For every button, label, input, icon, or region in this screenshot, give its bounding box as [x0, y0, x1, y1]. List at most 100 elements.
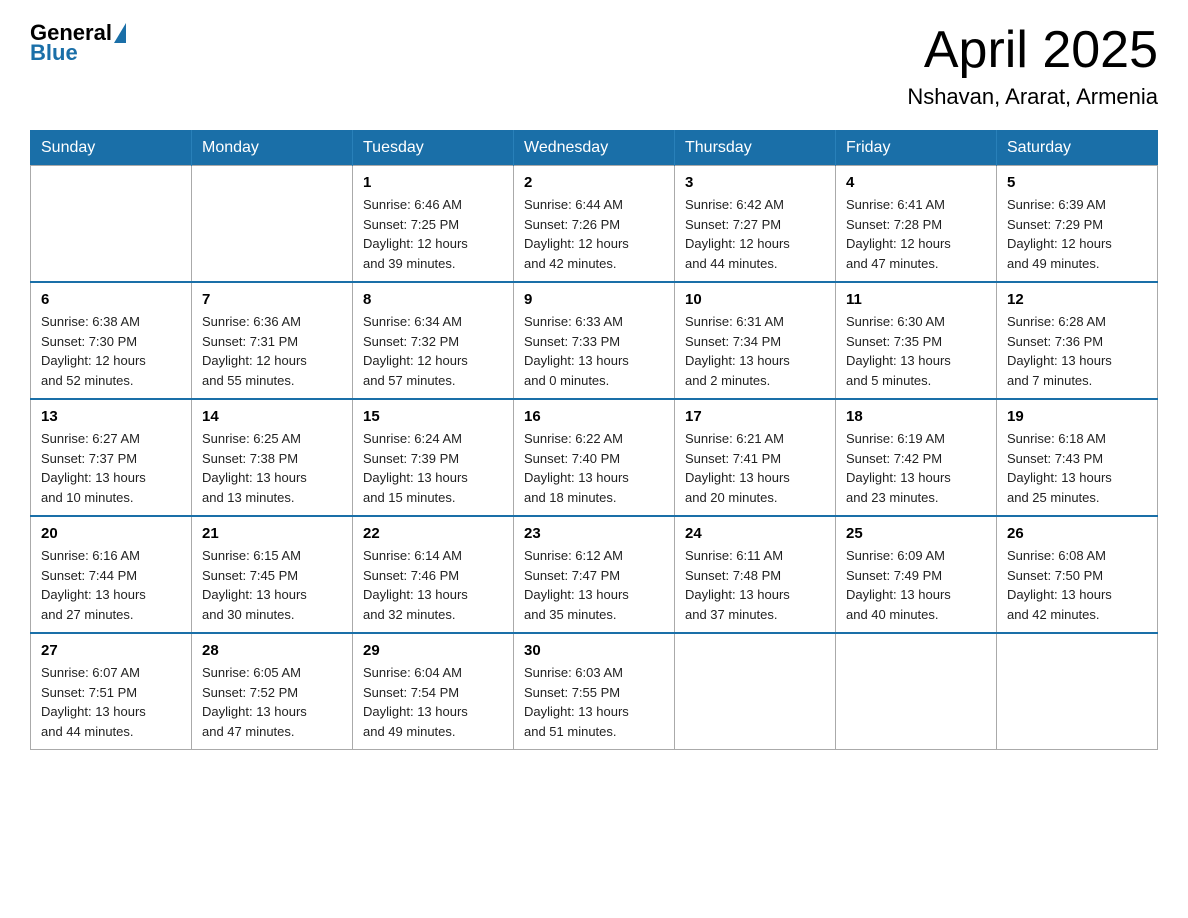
page-header: General Blue April 2025 Nshavan, Ararat,…	[30, 20, 1158, 110]
day-info: Sunrise: 6:39 AM Sunset: 7:29 PM Dayligh…	[1007, 195, 1147, 273]
table-row: 29 Sunrise: 6:04 AM Sunset: 7:54 PM Dayli…	[353, 633, 514, 750]
day-number: 11	[846, 291, 986, 308]
week-row-5: 27Sunrise: 6:07 AM Sunset: 7:51 PM Dayli…	[31, 633, 1158, 750]
day-number: 9	[524, 291, 664, 308]
day-number: 2	[524, 174, 664, 191]
day-number: 26	[1007, 525, 1147, 542]
table-row: 16 Sunrise: 6:22 AM Sunset: 7:40 PM Dayli…	[514, 399, 675, 516]
header-tuesday: Tuesday	[353, 131, 514, 166]
day-info: Sunrise: 6:22 AM Sunset: 7:40 PM Dayligh…	[524, 429, 664, 507]
table-row: 3 Sunrise: 6:42 AM Sunset: 7:27 PM Daylig…	[675, 166, 836, 283]
table-row: 14 Sunrise: 6:25 AM Sunset: 7:38 PM Dayli…	[192, 399, 353, 516]
day-number: 30	[524, 642, 664, 659]
table-row: 20 Sunrise: 6:16 AM Sunset: 7:44 PM Dayli…	[31, 516, 192, 633]
day-info: Sunrise: 6:27 AM Sunset: 7:37 PM Dayligh…	[41, 429, 181, 507]
day-info: Sunrise: 6:38 AM Sunset: 7:30 PM Dayligh…	[41, 312, 181, 390]
day-number: 25	[846, 525, 986, 542]
day-number: 12	[1007, 291, 1147, 308]
table-row	[836, 633, 997, 750]
table-row: 22 Sunrise: 6:14 AM Sunset: 7:46 PM Dayli…	[353, 516, 514, 633]
day-info: Sunrise: 6:16 AM Sunset: 7:44 PM Dayligh…	[41, 546, 181, 624]
day-info: Sunrise: 6:14 AM Sunset: 7:46 PM Dayligh…	[363, 546, 503, 624]
day-number: 3	[685, 174, 825, 191]
logo: General Blue	[30, 20, 128, 66]
day-number: 5	[1007, 174, 1147, 191]
table-row: 26 Sunrise: 6:08 AM Sunset: 7:50 PM Dayli…	[997, 516, 1158, 633]
table-row: 11 Sunrise: 6:30 AM Sunset: 7:35 PM Dayli…	[836, 282, 997, 399]
day-number: 23	[524, 525, 664, 542]
day-info: Sunrise: 6:25 AM Sunset: 7:38 PM Dayligh…	[202, 429, 342, 507]
day-number: 24	[685, 525, 825, 542]
day-info: Sunrise: 6:11 AM Sunset: 7:48 PM Dayligh…	[685, 546, 825, 624]
day-number: 4	[846, 174, 986, 191]
table-row: 6Sunrise: 6:38 AM Sunset: 7:30 PM Daylig…	[31, 282, 192, 399]
table-row: 18Sunrise: 6:19 AM Sunset: 7:42 PM Dayli…	[836, 399, 997, 516]
header-sunday: Sunday	[31, 131, 192, 166]
table-row: 4 Sunrise: 6:41 AM Sunset: 7:28 PM Daylig…	[836, 166, 997, 283]
day-info: Sunrise: 6:31 AM Sunset: 7:34 PM Dayligh…	[685, 312, 825, 390]
day-info: Sunrise: 6:42 AM Sunset: 7:27 PM Dayligh…	[685, 195, 825, 273]
table-row: 23 Sunrise: 6:12 AM Sunset: 7:47 PM Dayli…	[514, 516, 675, 633]
table-row: 25 Sunrise: 6:09 AM Sunset: 7:49 PM Dayli…	[836, 516, 997, 633]
table-row: 24 Sunrise: 6:11 AM Sunset: 7:48 PM Dayli…	[675, 516, 836, 633]
week-row-4: 20 Sunrise: 6:16 AM Sunset: 7:44 PM Dayli…	[31, 516, 1158, 633]
day-info: Sunrise: 6:21 AM Sunset: 7:41 PM Dayligh…	[685, 429, 825, 507]
header-wednesday: Wednesday	[514, 131, 675, 166]
day-number: 28	[202, 642, 342, 659]
table-row	[675, 633, 836, 750]
day-number: 21	[202, 525, 342, 542]
day-number: 13	[41, 408, 181, 425]
day-info: Sunrise: 6:33 AM Sunset: 7:33 PM Dayligh…	[524, 312, 664, 390]
day-number: 22	[363, 525, 503, 542]
day-info: Sunrise: 6:04 AM Sunset: 7:54 PM Dayligh…	[363, 663, 503, 741]
day-info: Sunrise: 6:24 AM Sunset: 7:39 PM Dayligh…	[363, 429, 503, 507]
table-row: 1Sunrise: 6:46 AM Sunset: 7:25 PM Daylig…	[353, 166, 514, 283]
day-number: 19	[1007, 408, 1147, 425]
table-row: 5 Sunrise: 6:39 AM Sunset: 7:29 PM Daylig…	[997, 166, 1158, 283]
day-info: Sunrise: 6:12 AM Sunset: 7:47 PM Dayligh…	[524, 546, 664, 624]
header-monday: Monday	[192, 131, 353, 166]
table-row	[997, 633, 1158, 750]
day-number: 10	[685, 291, 825, 308]
day-info: Sunrise: 6:18 AM Sunset: 7:43 PM Dayligh…	[1007, 429, 1147, 507]
day-info: Sunrise: 6:05 AM Sunset: 7:52 PM Dayligh…	[202, 663, 342, 741]
table-row: 10 Sunrise: 6:31 AM Sunset: 7:34 PM Dayli…	[675, 282, 836, 399]
day-info: Sunrise: 6:46 AM Sunset: 7:25 PM Dayligh…	[363, 195, 503, 273]
table-row: 8 Sunrise: 6:34 AM Sunset: 7:32 PM Daylig…	[353, 282, 514, 399]
table-row: 30 Sunrise: 6:03 AM Sunset: 7:55 PM Dayli…	[514, 633, 675, 750]
day-info: Sunrise: 6:34 AM Sunset: 7:32 PM Dayligh…	[363, 312, 503, 390]
week-row-3: 13 Sunrise: 6:27 AM Sunset: 7:37 PM Dayli…	[31, 399, 1158, 516]
day-number: 17	[685, 408, 825, 425]
day-info: Sunrise: 6:09 AM Sunset: 7:49 PM Dayligh…	[846, 546, 986, 624]
week-row-1: 1Sunrise: 6:46 AM Sunset: 7:25 PM Daylig…	[31, 166, 1158, 283]
day-number: 15	[363, 408, 503, 425]
day-info: Sunrise: 6:30 AM Sunset: 7:35 PM Dayligh…	[846, 312, 986, 390]
title-block: April 2025 Nshavan, Ararat, Armenia	[907, 20, 1158, 110]
table-row: 28 Sunrise: 6:05 AM Sunset: 7:52 PM Dayli…	[192, 633, 353, 750]
day-info: Sunrise: 6:08 AM Sunset: 7:50 PM Dayligh…	[1007, 546, 1147, 624]
day-number: 27	[41, 642, 181, 659]
header-thursday: Thursday	[675, 131, 836, 166]
day-number: 14	[202, 408, 342, 425]
day-number: 8	[363, 291, 503, 308]
header-saturday: Saturday	[997, 131, 1158, 166]
day-info: Sunrise: 6:44 AM Sunset: 7:26 PM Dayligh…	[524, 195, 664, 273]
calendar-table: Sunday Monday Tuesday Wednesday Thursday…	[30, 130, 1158, 750]
day-info: Sunrise: 6:03 AM Sunset: 7:55 PM Dayligh…	[524, 663, 664, 741]
table-row: 27Sunrise: 6:07 AM Sunset: 7:51 PM Dayli…	[31, 633, 192, 750]
table-row: 9 Sunrise: 6:33 AM Sunset: 7:33 PM Daylig…	[514, 282, 675, 399]
day-number: 29	[363, 642, 503, 659]
day-info: Sunrise: 6:41 AM Sunset: 7:28 PM Dayligh…	[846, 195, 986, 273]
logo-blue-text: Blue	[30, 40, 78, 66]
table-row: 17 Sunrise: 6:21 AM Sunset: 7:41 PM Dayli…	[675, 399, 836, 516]
table-row: 12 Sunrise: 6:28 AM Sunset: 7:36 PM Dayli…	[997, 282, 1158, 399]
day-info: Sunrise: 6:36 AM Sunset: 7:31 PM Dayligh…	[202, 312, 342, 390]
weekday-header-row: Sunday Monday Tuesday Wednesday Thursday…	[31, 131, 1158, 166]
day-info: Sunrise: 6:28 AM Sunset: 7:36 PM Dayligh…	[1007, 312, 1147, 390]
table-row	[192, 166, 353, 283]
location-title: Nshavan, Ararat, Armenia	[907, 84, 1158, 110]
day-number: 16	[524, 408, 664, 425]
day-info: Sunrise: 6:15 AM Sunset: 7:45 PM Dayligh…	[202, 546, 342, 624]
day-number: 20	[41, 525, 181, 542]
day-number: 18	[846, 408, 986, 425]
